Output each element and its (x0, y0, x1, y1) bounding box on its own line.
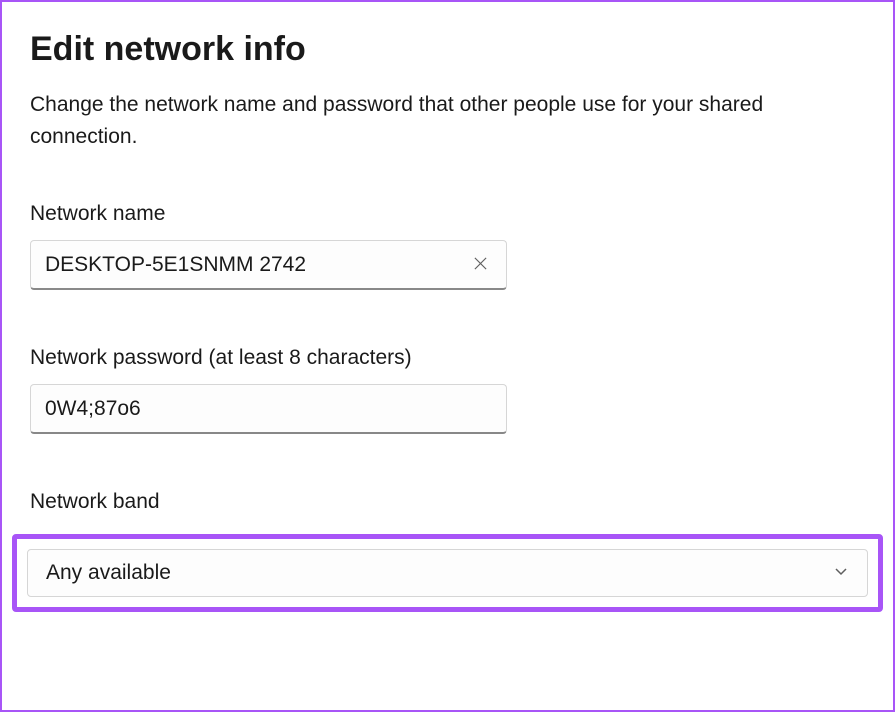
network-name-input[interactable] (45, 253, 468, 277)
network-password-section: Network password (at least 8 characters) (30, 346, 865, 434)
dropdown-highlight-box: Any available (12, 534, 883, 612)
dropdown-selected-value: Any available (46, 561, 171, 585)
clear-button[interactable] (468, 253, 492, 277)
network-band-dropdown[interactable]: Any available (27, 549, 868, 597)
network-band-section: Network band Any available (30, 490, 865, 514)
network-name-label: Network name (30, 202, 865, 226)
network-band-label: Network band (30, 490, 865, 514)
page-description: Change the network name and password tha… (30, 89, 865, 152)
page-title: Edit network info (30, 30, 865, 69)
network-name-input-container (30, 240, 507, 290)
network-password-input[interactable] (45, 397, 492, 421)
close-icon (473, 256, 488, 274)
network-password-input-container (30, 384, 507, 434)
chevron-down-icon (833, 563, 849, 584)
network-name-section: Network name (30, 202, 865, 290)
network-password-label: Network password (at least 8 characters) (30, 346, 865, 370)
